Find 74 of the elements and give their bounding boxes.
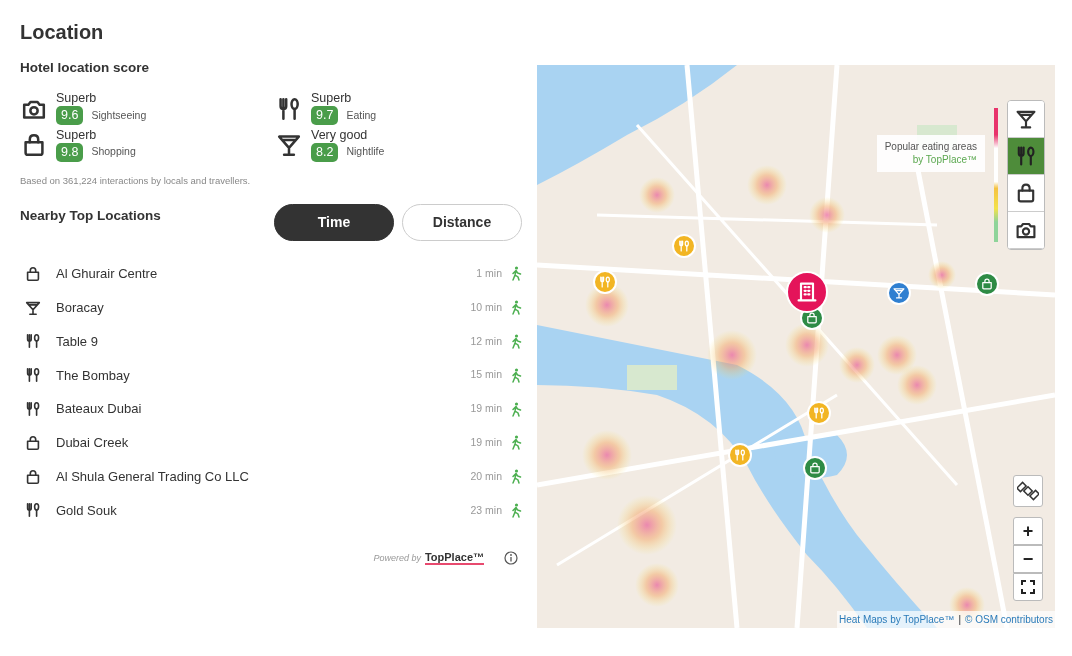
score-note: Based on 361,224 interactions by locals and travellers. [20,173,252,188]
shopping-bag-icon [980,277,994,291]
map-layer-button[interactable] [1008,138,1044,175]
walking-person-icon [510,334,522,349]
satellite-icon [1017,480,1039,502]
sort-toggle-button[interactable]: Distance [402,204,522,241]
rating-label: Superb [56,129,98,143]
walking-person-icon [510,367,522,383]
walk-time: 10 min [470,299,502,315]
rating-label: Very good [311,129,369,143]
cutlery-icon [677,239,691,253]
sort-toggle-button[interactable]: Time [274,204,394,241]
location-name: Gold Souk [56,501,118,520]
attribution-link[interactable]: © OSM contributors [965,614,1053,625]
location-name: Dubai Creek [56,434,130,453]
section-subtitle: Nearby Top Locations [20,207,162,226]
section-title: Location [20,20,105,44]
score-badge: 8.2 [311,142,339,162]
shopping-bag-icon [24,433,42,452]
walk-time: 23 min [470,502,502,518]
cocktail-glass-icon [892,286,906,300]
score-badge: 9.6 [56,106,84,125]
walk-time: 19 min [470,401,502,417]
category-label: Eating [346,107,377,123]
shopping-bag-icon [24,467,42,486]
rating-label: Superb [311,92,353,106]
fullscreen-icon [1021,580,1035,594]
cutlery-icon [24,366,42,385]
legend-byline: by TopPlace™ [911,153,977,166]
brand-logo: TopPlace™ [424,551,484,566]
section-subtitle: Hotel location score [20,59,151,77]
cutlery-icon [733,448,747,462]
cutlery-icon [24,501,42,520]
walking-person-icon [510,266,522,282]
rating-label: Superb [56,92,98,106]
walking-person-icon [510,401,522,417]
cutlery-icon [812,406,826,420]
category-label: Shopping [91,144,136,160]
walk-time: 12 min [470,333,502,349]
walking-person-icon [510,502,522,518]
walking-person-icon [510,300,522,316]
category-label: Nightlife [346,144,385,160]
category-label: Sightseeing [91,107,147,123]
attribution-link[interactable]: Heat Maps by TopPlace™ [839,614,955,625]
map-layer-button[interactable] [1008,101,1044,138]
zoom-in-button[interactable]: + [1013,517,1043,545]
info-icon[interactable] [504,551,518,566]
location-name: Boracay [56,298,105,317]
cutlery-icon [598,275,612,289]
location-name: Al Shula General Trading Co LLC [56,467,250,486]
zoom-out-button[interactable]: − [1013,545,1043,573]
score-badge: 9.7 [311,106,339,125]
location-name: The Bombay [56,366,131,385]
walking-person-icon [510,469,522,485]
shopping-bag-icon [805,311,819,325]
walk-time: 1 min [476,266,502,281]
shopping-bag-icon [808,461,822,475]
location-name: Table 9 [56,332,99,351]
powered-by-text: Powered by [373,551,421,565]
location-name: Bateaux Dubai [56,400,143,419]
walk-time: 20 min [470,468,502,484]
satellite-view-button[interactable] [1013,475,1043,507]
cutlery-icon [24,332,42,351]
walk-time: 15 min [470,367,502,383]
walking-person-icon [510,435,522,451]
walk-time: 19 min [470,435,502,450]
fullscreen-button[interactable] [1013,573,1043,601]
attribution-separator: | [958,614,962,625]
building-icon [795,280,819,304]
score-badge: 9.8 [56,142,84,162]
location-name: Al Ghurair Centre [56,265,159,284]
cutlery-icon [24,400,42,419]
shopping-bag-icon [24,264,42,283]
legend-title: Popular eating areas [884,141,977,154]
